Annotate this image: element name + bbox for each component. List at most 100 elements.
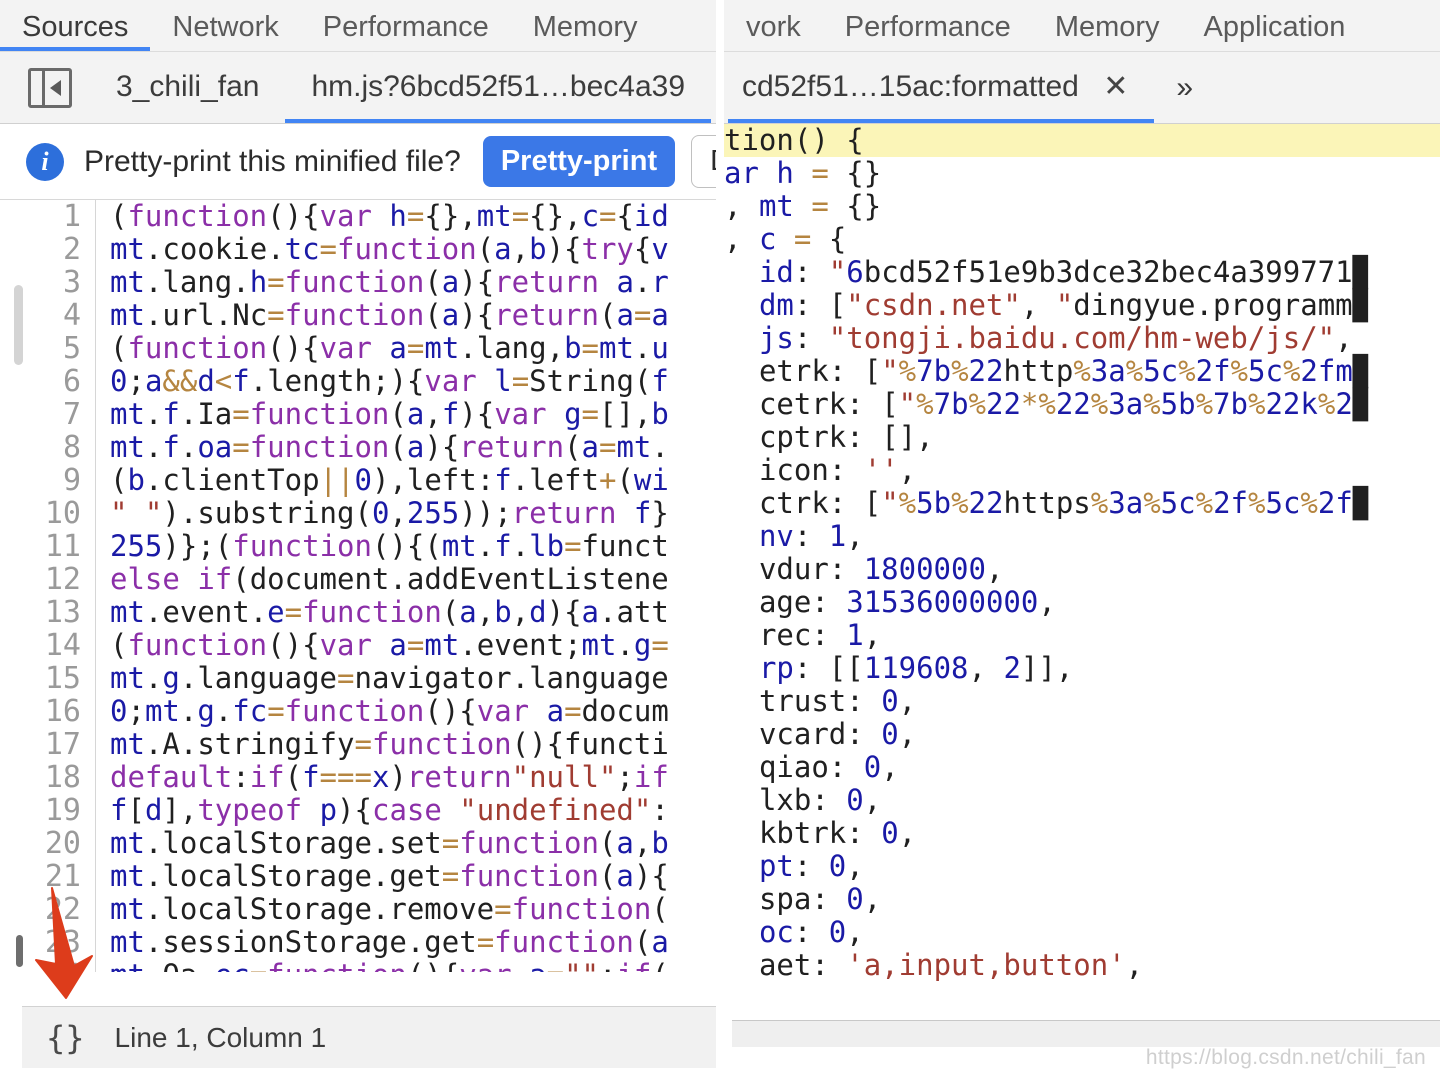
code-line[interactable]: default:if(f===x)return"null";if bbox=[110, 761, 716, 794]
vertical-scrollbar-thumb-secondary[interactable] bbox=[16, 935, 23, 967]
formatted-code-line[interactable]: kbtrk: 0, bbox=[724, 817, 1440, 850]
code-line[interactable]: mt.cookie.tc=function(a,b){try{v bbox=[110, 233, 716, 266]
file-tab-3-chili-fan[interactable]: 3_chili_fan bbox=[90, 52, 285, 123]
pretty-print-button[interactable]: Pretty-print bbox=[482, 136, 676, 187]
formatted-code-line[interactable]: id: "6bcd52f51e9b3dce32bec4a399771▉ bbox=[724, 256, 1440, 289]
tab-performance[interactable]: Performance bbox=[301, 2, 511, 51]
tab-memory[interactable]: Memory bbox=[511, 2, 660, 51]
code-line[interactable]: (b.clientTop||0),left:f.left+(wi bbox=[110, 464, 716, 497]
formatted-code-line[interactable]: cptrk: [], bbox=[724, 421, 1440, 454]
formatted-code-line[interactable]: aet: 'a,input,button', bbox=[724, 949, 1440, 982]
horizontal-scrollbar[interactable] bbox=[732, 1020, 1440, 1047]
line-number: 5 bbox=[62, 331, 81, 366]
formatted-code-line[interactable]: qiao: 0, bbox=[724, 751, 1440, 784]
line-number: 23 bbox=[44, 925, 81, 960]
formatted-code-line[interactable]: nv: 1, bbox=[724, 520, 1440, 553]
watermark-text: https://blog.csdn.net/chili_fan bbox=[1145, 1046, 1426, 1069]
code-content-area[interactable]: (function(){var h={},mt={},c={id mt.cooki… bbox=[96, 200, 716, 972]
format-braces-icon[interactable]: {} bbox=[46, 1019, 85, 1057]
code-line[interactable]: else if(document.addEventListene bbox=[110, 563, 716, 596]
left-file-tab-strip: 3_chili_fan hm.js?6bcd52f51…bec4a39 bbox=[0, 52, 716, 124]
infobar-message: Pretty-print this minified file? bbox=[84, 144, 461, 178]
code-line[interactable]: mt.sessionStorage.get=function(a bbox=[110, 926, 716, 959]
caret-left-icon bbox=[50, 79, 61, 96]
code-line[interactable]: mt.lang.h=function(a){return a.r bbox=[110, 266, 716, 299]
formatted-code-line[interactable]: , mt = {} bbox=[724, 190, 1440, 223]
formatted-code-line[interactable]: js: "tongji.baidu.com/hm-web/js/", bbox=[724, 322, 1440, 355]
tab-network-partial[interactable]: vork bbox=[724, 2, 823, 51]
tab-network[interactable]: Network bbox=[150, 2, 300, 51]
line-number: 20 bbox=[44, 826, 81, 861]
code-line[interactable]: 0;a&&d<f.length;){var l=String(f bbox=[110, 365, 716, 398]
code-line[interactable]: mt.event.e=function(a,b,d){a.att bbox=[110, 596, 716, 629]
formatted-code-line[interactable]: icon: '', bbox=[724, 454, 1440, 487]
formatted-code-line[interactable]: dm: ["csdn.net", "dingyue.programm▉ bbox=[724, 289, 1440, 322]
panel-separator bbox=[716, 0, 724, 1080]
line-number: 3 bbox=[62, 265, 81, 300]
right-code-editor[interactable]: tion() {ar h = {}, mt = {}, c = { id: "6… bbox=[724, 124, 1440, 992]
pretty-print-infobar: i Pretty-print this minified file? Prett… bbox=[0, 124, 716, 200]
line-number: 13 bbox=[44, 595, 81, 630]
right-panel-footer: https://blog.csdn.net/chili_fan bbox=[724, 1012, 1440, 1080]
line-number: 15 bbox=[44, 661, 81, 696]
formatted-code-line[interactable]: ctrk: ["%5b%22https%3a%5c%2f%5c%2f▉ bbox=[724, 487, 1440, 520]
info-icon: i bbox=[26, 142, 64, 181]
code-line[interactable]: mt.g.language=navigator.language bbox=[110, 662, 716, 695]
formatted-code-line[interactable]: etrk: ["%7b%22http%3a%5c%2f%5c%2fm▉ bbox=[724, 355, 1440, 388]
line-number: 19 bbox=[44, 793, 81, 828]
dont-show-button[interactable]: D bbox=[691, 135, 716, 188]
code-line[interactable]: " ").substring(0,255));return f} bbox=[110, 497, 716, 530]
formatted-code-line[interactable]: ar h = {} bbox=[724, 157, 1440, 190]
code-line[interactable]: mt.url.Nc=function(a){return(a=a bbox=[110, 299, 716, 332]
formatted-code-line[interactable]: cetrk: ["%7b%22*%22%3a%5b%7b%22k%2▉ bbox=[724, 388, 1440, 421]
code-line[interactable]: mt.f.oa=function(a){return(a=mt. bbox=[110, 431, 716, 464]
formatted-code-line[interactable]: age: 31536000000, bbox=[724, 586, 1440, 619]
line-number: 18 bbox=[44, 760, 81, 795]
formatted-code-line[interactable]: , c = { bbox=[724, 223, 1440, 256]
editor-status-bar: {} Line 1, Column 1 bbox=[22, 1006, 716, 1068]
line-number: 17 bbox=[44, 727, 81, 762]
tab-sources[interactable]: Sources bbox=[0, 2, 151, 51]
code-line[interactable]: mt.localStorage.set=function(a,b bbox=[110, 827, 716, 860]
formatted-code-line[interactable]: tion() { bbox=[724, 124, 1440, 157]
line-number: 12 bbox=[44, 562, 81, 597]
formatted-code-line[interactable]: rp: [[119608, 2]], bbox=[724, 652, 1440, 685]
code-line[interactable]: (function(){var a=mt.event;mt.g= bbox=[110, 629, 716, 662]
formatted-code-line[interactable]: trust: 0, bbox=[724, 685, 1440, 718]
code-line[interactable]: (function(){var a=mt.lang,b=mt.u bbox=[110, 332, 716, 365]
line-number: 16 bbox=[44, 694, 81, 729]
tab-memory-right[interactable]: Memory bbox=[1033, 2, 1182, 51]
formatted-code-line[interactable]: spa: 0, bbox=[724, 883, 1440, 916]
code-line[interactable]: f[d],typeof p){case "undefined": bbox=[110, 794, 716, 827]
code-line[interactable]: mt.Qa.ec=function(){var a="";if( bbox=[110, 959, 716, 973]
panel-divider-line bbox=[42, 70, 45, 105]
collapse-sidebar-icon[interactable] bbox=[28, 67, 72, 108]
code-line[interactable]: 255)};(function(){(mt.f.lb=funct bbox=[110, 530, 716, 563]
formatted-code-line[interactable]: rec: 1, bbox=[724, 619, 1440, 652]
code-line[interactable]: 0;mt.g.fc=function(){var a=docum bbox=[110, 695, 716, 728]
line-number: 4 bbox=[62, 298, 81, 333]
code-line[interactable]: (function(){var h={},mt={},c={id bbox=[110, 200, 716, 233]
left-code-editor[interactable]: 123456789101112131415161718192021222324 … bbox=[0, 200, 716, 972]
formatted-code-line[interactable]: vdur: 1800000, bbox=[724, 553, 1440, 586]
more-tabs-icon[interactable]: » bbox=[1176, 71, 1193, 105]
devtools-screenshot: Sources Network Performance Memory 3_chi… bbox=[0, 0, 1440, 1080]
code-line[interactable]: mt.localStorage.remove=function( bbox=[110, 893, 716, 926]
formatted-code-line[interactable]: pt: 0, bbox=[724, 850, 1440, 883]
code-line[interactable]: mt.A.stringify=function(){functi bbox=[110, 728, 716, 761]
formatted-code-line[interactable]: vcard: 0, bbox=[724, 718, 1440, 751]
file-tab-formatted[interactable]: cd52f51…15ac:formatted ✕ bbox=[728, 52, 1155, 123]
left-devtools-panel: Sources Network Performance Memory 3_chi… bbox=[0, 0, 716, 1080]
vertical-scrollbar-thumb[interactable] bbox=[14, 285, 23, 365]
tab-application[interactable]: Application bbox=[1182, 2, 1368, 51]
code-line[interactable]: mt.localStorage.get=function(a){ bbox=[110, 860, 716, 893]
tab-performance-right[interactable]: Performance bbox=[823, 2, 1033, 51]
close-icon[interactable]: ✕ bbox=[1103, 52, 1128, 122]
formatted-code-content-area[interactable]: tion() {ar h = {}, mt = {}, c = { id: "6… bbox=[724, 124, 1440, 982]
code-line[interactable]: mt.f.Ia=function(a,f){var g=[],b bbox=[110, 398, 716, 431]
formatted-code-line[interactable]: lxb: 0, bbox=[724, 784, 1440, 817]
line-number: 7 bbox=[62, 397, 81, 432]
formatted-code-line[interactable]: oc: 0, bbox=[724, 916, 1440, 949]
file-tab-hm-js[interactable]: hm.js?6bcd52f51…bec4a39 bbox=[285, 52, 711, 123]
line-number: 8 bbox=[62, 430, 81, 465]
